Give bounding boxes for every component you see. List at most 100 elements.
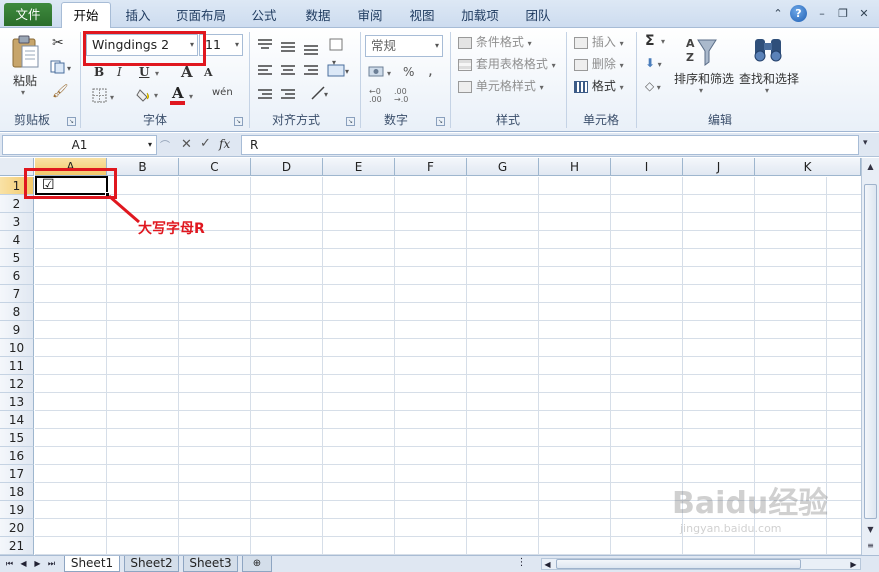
split-handle-icon[interactable]: ≡ bbox=[864, 539, 877, 552]
tab-split-handle[interactable]: ⋮ bbox=[516, 557, 527, 569]
chevron-down-icon[interactable]: ▾ bbox=[148, 136, 152, 154]
find-select-dropdown-icon[interactable]: ▾ bbox=[765, 86, 769, 95]
cell-styles-button[interactable]: 单元格样式 ▾ bbox=[458, 77, 544, 94]
number-format-combo[interactable]: 常规 ▾ bbox=[365, 35, 443, 57]
minimize-icon[interactable]: – bbox=[814, 7, 830, 21]
sort-filter-icon[interactable]: A Z bbox=[686, 34, 718, 68]
ribbon-collapse-icon[interactable]: ⌃ bbox=[770, 7, 786, 21]
row-header-17[interactable]: 17 bbox=[0, 465, 34, 483]
prev-sheet-icon[interactable]: ◀ bbox=[18, 558, 29, 570]
fill-color-icon[interactable]: ▾ bbox=[136, 86, 164, 104]
row-header-2[interactable]: 2 bbox=[0, 195, 34, 213]
row-header-14[interactable]: 14 bbox=[0, 411, 34, 429]
row-header-7[interactable]: 7 bbox=[0, 285, 34, 303]
binoculars-icon[interactable] bbox=[752, 35, 784, 65]
restore-icon[interactable]: ❐ bbox=[835, 7, 851, 21]
row-header-6[interactable]: 6 bbox=[0, 267, 34, 285]
comma-button[interactable]: , bbox=[428, 61, 433, 79]
next-sheet-icon[interactable]: ▶ bbox=[32, 558, 43, 570]
cancel-entry-icon[interactable]: ✕ bbox=[181, 137, 192, 152]
delete-cells-button[interactable]: 删除 ▾ bbox=[574, 55, 624, 72]
paste-icon[interactable] bbox=[10, 34, 40, 70]
row-header-10[interactable]: 10 bbox=[0, 339, 34, 357]
row-header-9[interactable]: 9 bbox=[0, 321, 34, 339]
last-sheet-icon[interactable]: ⏭ bbox=[46, 558, 57, 570]
column-header-h[interactable]: H bbox=[539, 158, 611, 176]
sheet-tab-3[interactable]: Sheet3 bbox=[183, 556, 238, 572]
row-header-21[interactable]: 21 bbox=[0, 537, 34, 555]
row-header-5[interactable]: 5 bbox=[0, 249, 34, 267]
row-header-12[interactable]: 12 bbox=[0, 375, 34, 393]
paste-button[interactable]: 粘贴 bbox=[13, 72, 37, 89]
sort-filter-dropdown-icon[interactable]: ▾ bbox=[699, 86, 703, 95]
tab-formulas[interactable]: 公式 bbox=[244, 5, 284, 28]
cell-a1[interactable]: ☑ bbox=[35, 176, 110, 197]
conditional-formatting-button[interactable]: 条件格式 ▾ bbox=[458, 33, 532, 50]
insert-cells-button[interactable]: 插入 ▾ bbox=[574, 33, 624, 50]
select-all-corner[interactable] bbox=[0, 158, 34, 176]
row-header-20[interactable]: 20 bbox=[0, 519, 34, 537]
format-as-table-button[interactable]: 套用表格格式 ▾ bbox=[458, 55, 556, 72]
help-icon[interactable]: ? bbox=[790, 5, 807, 22]
increase-decimal-icon[interactable]: ←0.00 bbox=[369, 88, 382, 104]
scroll-down-icon[interactable]: ▼ bbox=[864, 523, 877, 536]
clear-icon[interactable]: ◇ ▾ bbox=[645, 79, 661, 93]
column-header-k[interactable]: K bbox=[755, 158, 861, 176]
row-header-16[interactable]: 16 bbox=[0, 447, 34, 465]
sheet-tab-1[interactable]: Sheet1 bbox=[64, 556, 120, 572]
row-header-4[interactable]: 4 bbox=[0, 231, 34, 249]
font-launcher-icon[interactable]: ↘ bbox=[234, 117, 243, 126]
row-header-1[interactable]: 1 bbox=[0, 177, 34, 195]
underline-button[interactable]: U bbox=[139, 65, 149, 79]
cut-icon[interactable]: ✂ bbox=[52, 35, 64, 51]
decrease-decimal-icon[interactable]: .00 →.0 bbox=[394, 88, 408, 104]
first-sheet-icon[interactable]: ⏮ bbox=[4, 558, 15, 570]
column-header-j[interactable]: J bbox=[683, 158, 755, 176]
tab-home[interactable]: 开始 bbox=[61, 2, 111, 29]
currency-icon[interactable]: ▾ bbox=[368, 64, 396, 80]
row-header-3[interactable]: 3 bbox=[0, 213, 34, 231]
format-cells-button[interactable]: 格式 ▾ bbox=[574, 77, 624, 94]
phonetic-guide-button[interactable]: wén bbox=[212, 87, 233, 98]
enter-entry-icon[interactable]: ✓ bbox=[200, 136, 211, 151]
font-color-button[interactable]: A bbox=[172, 84, 184, 102]
alignment-launcher-icon[interactable]: ↘ bbox=[346, 117, 355, 126]
column-header-g[interactable]: G bbox=[467, 158, 539, 176]
copy-icon[interactable]: ▾ bbox=[50, 60, 74, 74]
format-painter-icon[interactable]: 🖌 bbox=[52, 84, 69, 99]
scroll-left-icon[interactable]: ◀ bbox=[542, 559, 553, 571]
horizontal-scroll-thumb[interactable] bbox=[556, 559, 801, 569]
autosum-dropdown-icon[interactable]: ▾ bbox=[661, 37, 665, 46]
tab-file[interactable]: 文件 bbox=[4, 3, 52, 26]
percent-button[interactable]: % bbox=[403, 65, 414, 79]
font-name-combo[interactable]: Wingdings 2 ▾ bbox=[86, 34, 198, 56]
bold-button[interactable]: B bbox=[94, 65, 104, 79]
row-header-19[interactable]: 19 bbox=[0, 501, 34, 519]
vertical-scroll-thumb[interactable] bbox=[864, 184, 877, 519]
tab-insert[interactable]: 插入 bbox=[118, 5, 158, 28]
insert-function-button[interactable]: fx bbox=[219, 137, 230, 151]
column-header-i[interactable]: I bbox=[611, 158, 683, 176]
font-color-dropdown-icon[interactable]: ▾ bbox=[189, 92, 193, 101]
column-header-a[interactable]: A bbox=[35, 158, 107, 176]
column-header-d[interactable]: D bbox=[251, 158, 323, 176]
autosum-button[interactable]: Σ bbox=[645, 33, 655, 49]
column-header-c[interactable]: C bbox=[179, 158, 251, 176]
tab-addins[interactable]: 加载项 bbox=[452, 5, 508, 28]
shrink-font-button[interactable]: A bbox=[204, 66, 213, 79]
row-header-18[interactable]: 18 bbox=[0, 483, 34, 501]
sort-filter-button[interactable]: 排序和筛选 bbox=[674, 70, 734, 87]
row-header-13[interactable]: 13 bbox=[0, 393, 34, 411]
tab-data[interactable]: 数据 bbox=[298, 5, 338, 28]
tab-review[interactable]: 审阅 bbox=[350, 5, 390, 28]
fill-icon[interactable]: ⬇ ▾ bbox=[645, 56, 662, 70]
row-header-11[interactable]: 11 bbox=[0, 357, 34, 375]
new-sheet-icon[interactable]: ⊕ bbox=[242, 556, 272, 572]
underline-dropdown-icon[interactable]: ▾ bbox=[155, 69, 159, 78]
alignment-buttons-icon[interactable]: ▾ ▾ ▾ bbox=[256, 37, 352, 113]
tab-view[interactable]: 视图 bbox=[402, 5, 442, 28]
tab-page-layout[interactable]: 页面布局 bbox=[168, 5, 234, 28]
border-icon[interactable]: ▾ bbox=[92, 88, 120, 104]
scroll-right-icon[interactable]: ▶ bbox=[848, 559, 859, 571]
clipboard-launcher-icon[interactable]: ↘ bbox=[67, 117, 76, 126]
